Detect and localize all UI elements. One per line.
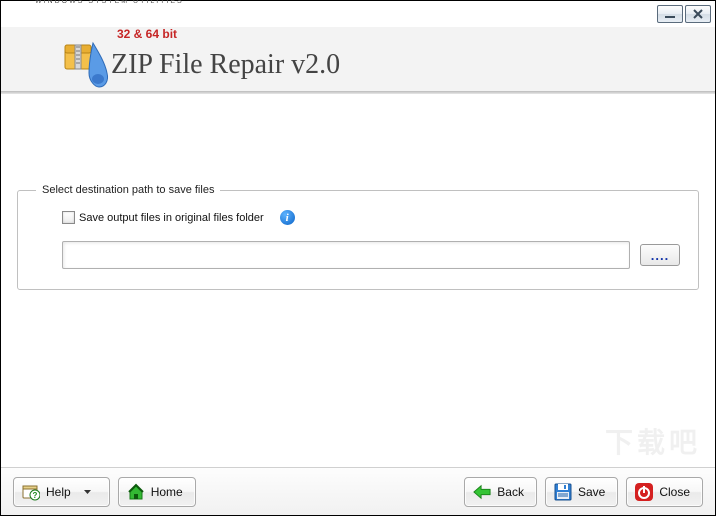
close-button[interactable]: Close <box>626 477 703 507</box>
browse-label: .... <box>651 248 669 263</box>
home-icon <box>127 483 145 501</box>
arrow-left-icon <box>473 483 491 501</box>
home-button[interactable]: Home <box>118 477 196 507</box>
save-button[interactable]: Save <box>545 477 618 507</box>
chevron-down-icon <box>79 483 97 501</box>
close-label: Close <box>659 485 690 499</box>
group-legend: Select destination path to save files <box>36 184 220 196</box>
back-button[interactable]: Back <box>464 477 537 507</box>
minimize-button[interactable] <box>657 5 683 23</box>
save-in-original-checkbox[interactable] <box>62 211 75 224</box>
help-button[interactable]: ? Help <box>13 477 110 507</box>
brand-block: S YSINFOTOOLS ® WINDOWS SYSTEM UTILITIES <box>11 0 195 5</box>
home-label: Home <box>151 485 183 499</box>
close-window-button[interactable] <box>685 5 711 23</box>
destination-path-input[interactable] <box>62 241 630 269</box>
brand-tagline: WINDOWS SYSTEM UTILITIES <box>35 0 195 5</box>
app-title: ZIP File Repair v2.0 <box>111 49 340 81</box>
save-in-original-label: Save output files in original files fold… <box>79 212 264 224</box>
destination-group: Select destination path to save files Sa… <box>17 184 699 290</box>
header-band: 32 & 64 bit ZIP File Repair v2.0 <box>1 27 715 91</box>
help-icon: ? <box>22 483 40 501</box>
save-label: Save <box>578 485 605 499</box>
title-bar: S YSINFOTOOLS ® WINDOWS SYSTEM UTILITIES <box>1 1 715 27</box>
main-area: Select destination path to save files Sa… <box>1 94 715 467</box>
footer-bar: ? Help Home <box>1 467 715 515</box>
close-icon <box>693 9 703 19</box>
power-icon <box>635 483 653 501</box>
browse-button[interactable]: .... <box>640 244 680 266</box>
zip-app-icon <box>59 39 111 91</box>
svg-text:?: ? <box>33 491 38 500</box>
app-window: S YSINFOTOOLS ® WINDOWS SYSTEM UTILITIES… <box>0 0 716 516</box>
back-label: Back <box>497 485 524 499</box>
info-icon[interactable]: i <box>280 210 295 225</box>
minimize-icon <box>664 9 676 19</box>
save-icon <box>554 483 572 501</box>
help-label: Help <box>46 485 71 499</box>
